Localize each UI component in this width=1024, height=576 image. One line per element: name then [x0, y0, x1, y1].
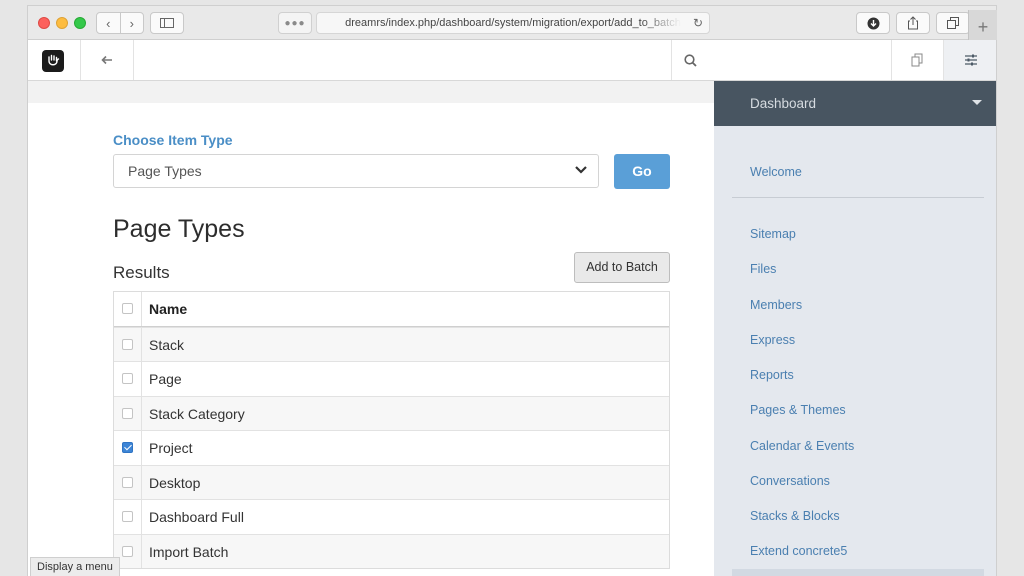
row-checkbox-checked[interactable]: [122, 442, 133, 454]
dashboard-title: Dashboard: [750, 96, 817, 111]
pages-icon[interactable]: [891, 40, 944, 80]
table-row: Stack: [114, 326, 669, 361]
zoom-window-button[interactable]: [74, 17, 86, 29]
share-icon[interactable]: [896, 12, 930, 34]
downloads-icon[interactable]: [856, 12, 890, 34]
dashboard-menu-header[interactable]: Dashboard: [714, 81, 996, 126]
close-window-button[interactable]: [38, 17, 50, 29]
choose-item-type-label: Choose Item Type: [113, 132, 233, 148]
item-type-select[interactable]: Page Types: [113, 154, 599, 188]
minimize-window-button[interactable]: [56, 17, 68, 29]
chevron-down-icon: [575, 166, 587, 174]
row-name: Stack: [149, 336, 185, 353]
dashboard-divider: [732, 197, 984, 198]
dashboard-item-express[interactable]: Express: [750, 333, 795, 347]
dashboard-item-stacks-blocks[interactable]: Stacks & Blocks: [750, 509, 840, 523]
add-to-batch-button[interactable]: Add to Batch: [574, 252, 670, 283]
row-name: Desktop: [149, 474, 201, 491]
browser-window: ‹ › ●●● dreamrs/index.php/dashboard/syst…: [28, 6, 996, 576]
table-row: Desktop: [114, 464, 669, 499]
dashboard-item-conversations[interactable]: Conversations: [750, 474, 830, 488]
header-strip: [28, 81, 714, 103]
row-checkbox[interactable]: [122, 338, 133, 350]
page-title: Page Types: [113, 215, 245, 243]
history-nav: ‹ ›: [96, 12, 144, 34]
status-tooltip: Display a menu: [30, 557, 120, 576]
dashboard-item-pages-themes[interactable]: Pages & Themes: [750, 403, 846, 417]
item-type-select-value: Page Types: [128, 163, 202, 179]
caret-down-icon: [972, 100, 982, 105]
sliders-icon[interactable]: [943, 40, 996, 80]
row-checkbox[interactable]: [122, 511, 133, 523]
sidebar-toggle-icon[interactable]: [150, 12, 184, 34]
reload-icon[interactable]: ↻: [693, 13, 703, 33]
new-tab-button[interactable]: +: [968, 10, 997, 40]
browser-toolbar: ‹ › ●●● dreamrs/index.php/dashboard/syst…: [28, 6, 996, 40]
toolbar-search[interactable]: [671, 40, 891, 80]
table-header-row: Name: [114, 292, 669, 327]
dashboard-item-reports[interactable]: Reports: [750, 368, 794, 382]
table-row: Stack Category: [114, 395, 669, 430]
row-checkbox[interactable]: [122, 373, 133, 385]
table-row: Project: [114, 430, 669, 465]
row-name: Stack Category: [149, 405, 245, 422]
dashboard-item-members[interactable]: Members: [750, 298, 802, 312]
table-row: Dashboard Full: [114, 499, 669, 534]
go-button[interactable]: Go: [614, 154, 670, 189]
name-column-header: Name: [149, 301, 188, 317]
dashboard-item-calendar-events[interactable]: Calendar & Events: [750, 439, 854, 453]
top-sites-button[interactable]: ●●●: [278, 12, 312, 34]
select-all-checkbox[interactable]: [122, 303, 133, 315]
address-bar[interactable]: dreamrs/index.php/dashboard/system/migra…: [316, 12, 710, 34]
row-checkbox[interactable]: [122, 407, 133, 419]
dashboard-item-extend-concrete5[interactable]: Extend concrete5: [750, 544, 847, 558]
back-arrow-icon[interactable]: [80, 40, 134, 80]
dashboard-panel: Dashboard Welcome Sitemap Files Members …: [714, 81, 996, 576]
row-name: Project: [149, 440, 193, 456]
row-name: Page: [149, 371, 182, 387]
dashboard-item-welcome[interactable]: Welcome: [750, 165, 802, 179]
cms-toolbar: [28, 40, 996, 81]
row-name: Import Batch: [149, 543, 229, 560]
back-nav-icon[interactable]: ‹: [97, 13, 121, 33]
tabs-overview-icon[interactable]: [936, 12, 970, 34]
dashboard-item-sitemap[interactable]: Sitemap: [750, 227, 796, 241]
results-heading: Results: [113, 263, 170, 282]
main-content: Choose Item Type Page Types Go Page Type…: [28, 81, 714, 576]
dashboard-item-files[interactable]: Files: [750, 262, 776, 276]
forward-nav-icon[interactable]: ›: [121, 13, 144, 33]
dashboard-item-highlight: [732, 569, 984, 576]
row-checkbox[interactable]: [122, 476, 133, 488]
results-table: Name Stack Page Stack Category Project D…: [113, 291, 670, 569]
table-row: Page: [114, 361, 669, 396]
row-checkbox[interactable]: [122, 545, 133, 557]
url-text: dreamrs/index.php/dashboard/system/migra…: [345, 17, 681, 29]
search-icon: [684, 53, 697, 67]
table-row: Import Batch: [114, 533, 669, 568]
row-name: Dashboard Full: [149, 509, 244, 525]
concrete5-logo-icon[interactable]: [42, 50, 64, 72]
